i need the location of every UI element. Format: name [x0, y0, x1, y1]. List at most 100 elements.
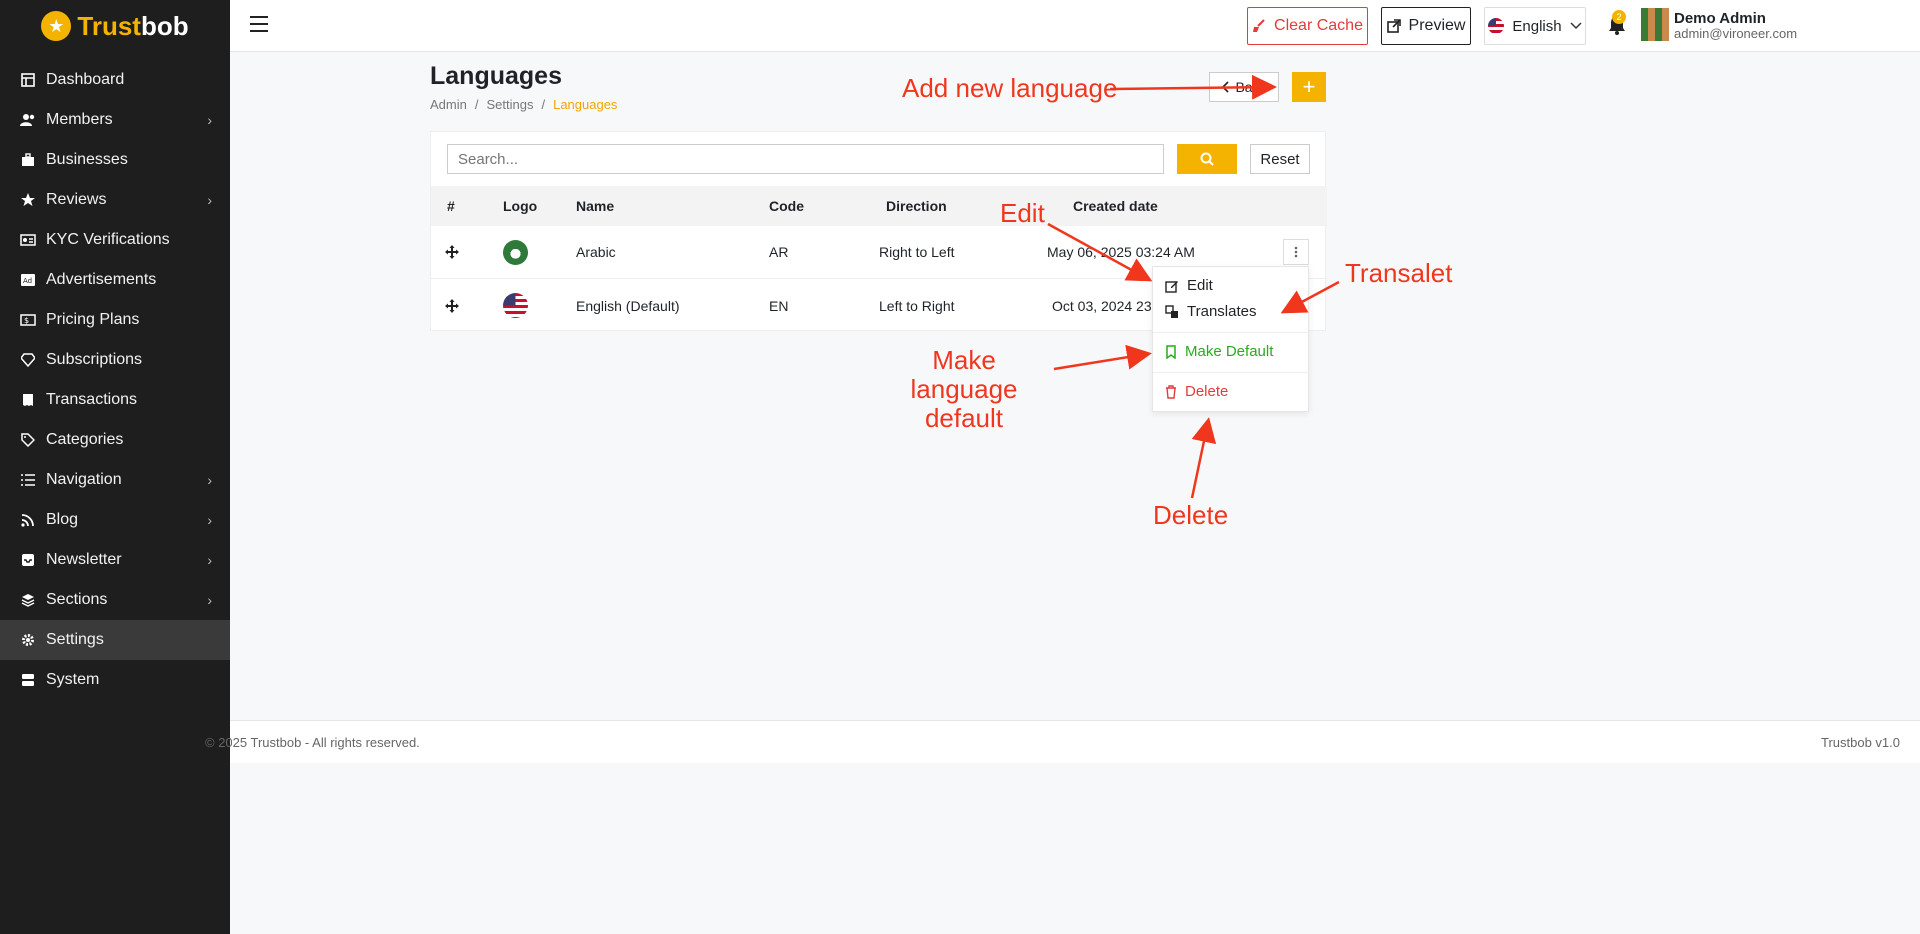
trash-icon — [1166, 384, 1176, 399]
inbox-icon — [20, 552, 36, 568]
drag-handle-icon[interactable] — [445, 279, 459, 332]
annotation-translate: Transalet — [1345, 258, 1453, 288]
language-direction: Right to Left — [879, 244, 955, 260]
dropdown-edit-label: Edit — [1187, 277, 1213, 294]
sidebar-item-label: Navigation — [46, 471, 122, 488]
language-name: English (Default) — [576, 297, 680, 314]
sidebar-item-newsletter[interactable]: Newsletter › — [0, 540, 230, 580]
col-header-direction: Direction — [886, 198, 947, 214]
preview-button[interactable]: Preview — [1381, 7, 1471, 45]
col-header-index: # — [447, 198, 455, 214]
layers-icon — [20, 592, 36, 608]
kebab-menu-icon — [1294, 246, 1298, 258]
sidebar-item-sections[interactable]: Sections › — [0, 580, 230, 620]
sidebar-item-label: Members — [46, 111, 113, 128]
drag-handle-icon[interactable] — [445, 226, 459, 278]
add-language-button[interactable]: + — [1292, 72, 1326, 102]
language-selector[interactable]: English — [1484, 7, 1586, 45]
breadcrumb: Admin / Settings / Languages — [430, 97, 617, 112]
sidebar-item-navigation[interactable]: Navigation › — [0, 460, 230, 500]
annotation-make-default: Make language default — [910, 345, 1018, 433]
brand-logo[interactable]: ★ Trustbob — [0, 0, 230, 52]
sidebar-item-settings[interactable]: Settings — [0, 620, 230, 660]
sidebar-nav: Dashboard Members › Businesses Reviews › KYC V… — [0, 60, 230, 700]
dropdown-delete[interactable]: Delete — [1165, 383, 1228, 400]
star-icon — [20, 192, 36, 208]
chevron-down-icon — [1570, 22, 1582, 30]
search-icon — [1200, 152, 1214, 166]
hamburger-menu-icon[interactable] — [250, 16, 268, 32]
clear-cache-button[interactable]: Clear Cache — [1247, 7, 1368, 45]
chevron-right-icon: › — [207, 552, 212, 568]
annotation-edit: Edit — [1000, 198, 1045, 228]
sidebar-item-label: Categories — [46, 431, 124, 448]
page-title: Languages — [430, 62, 562, 90]
sidebar-item-label: System — [46, 671, 100, 688]
breadcrumb-settings[interactable]: Settings — [486, 97, 533, 112]
list-icon — [20, 472, 36, 488]
sidebar-item-advertisements[interactable]: Ad Advertisements — [0, 260, 230, 300]
star-logo-icon: ★ — [41, 11, 72, 41]
sidebar-item-label: Newsletter — [46, 551, 122, 568]
breadcrumb-admin[interactable]: Admin — [430, 97, 467, 112]
sidebar-item-label: Sections — [46, 591, 108, 608]
sidebar-item-subscriptions[interactable]: Subscriptions — [0, 340, 230, 380]
broom-icon — [1253, 19, 1265, 32]
language-code: EN — [769, 297, 789, 314]
row-actions-dropdown: Edit Translates Make Default Delete — [1152, 266, 1310, 412]
sidebar-item-label: Transactions — [46, 391, 137, 408]
edit-icon — [1165, 280, 1178, 293]
language-name: Arabic — [576, 244, 616, 260]
sidebar: ★ Trustbob Dashboard Members › Businesses Re… — [0, 0, 230, 934]
notification-badge: 2 — [1612, 10, 1626, 24]
user-name[interactable]: Demo Admin — [1674, 10, 1766, 27]
sidebar-item-label: Subscriptions — [46, 351, 143, 368]
search-button[interactable] — [1177, 144, 1237, 174]
sidebar-item-kyc-verifications[interactable]: KYC Verifications — [0, 220, 230, 260]
sidebar-item-businesses[interactable]: Businesses — [0, 140, 230, 180]
avatar[interactable] — [1641, 8, 1669, 41]
sidebar-item-dashboard[interactable]: Dashboard — [0, 60, 230, 100]
dropdown-edit[interactable]: Edit — [1165, 277, 1213, 294]
sidebar-item-reviews[interactable]: Reviews › — [0, 180, 230, 220]
bookmark-icon — [1166, 344, 1176, 359]
server-icon — [20, 672, 36, 688]
sidebar-item-members[interactable]: Members › — [0, 100, 230, 140]
table-header: # Logo Name Code Direction Created date — [431, 186, 1327, 226]
flag-sa-icon — [503, 239, 528, 265]
chevron-right-icon: › — [207, 512, 212, 528]
gem-icon — [20, 352, 36, 368]
receipt-icon — [20, 392, 36, 408]
flag-us-icon — [503, 293, 528, 318]
user-email: admin@vironeer.com — [1674, 26, 1798, 41]
search-input[interactable] — [447, 144, 1164, 174]
language-direction: Left to Right — [879, 297, 955, 314]
sidebar-item-system[interactable]: System — [0, 660, 230, 700]
chevron-right-icon: › — [207, 112, 212, 128]
sidebar-item-blog[interactable]: Blog › — [0, 500, 230, 540]
col-header-name: Name — [576, 198, 615, 214]
sidebar-item-label: Advertisements — [46, 271, 157, 288]
sidebar-item-label: Businesses — [46, 151, 128, 168]
footer: © 2025 Trustbob - All rights reserved. T… — [205, 720, 1920, 763]
back-button[interactable]: Back — [1209, 72, 1279, 102]
sidebar-item-label: Pricing Plans — [46, 311, 140, 328]
id-card-icon — [20, 232, 36, 248]
col-header-code: Code — [769, 198, 804, 214]
sidebar-item-categories[interactable]: Categories — [0, 420, 230, 460]
preview-label: Preview — [1408, 17, 1466, 34]
language-code: AR — [769, 244, 789, 260]
sidebar-item-label: Dashboard — [46, 71, 125, 88]
sidebar-item-pricing-plans[interactable]: $ Pricing Plans — [0, 300, 230, 340]
chevron-right-icon: › — [207, 472, 212, 488]
col-header-logo: Logo — [503, 198, 538, 214]
footer-version: Trustbob v1.0 — [1820, 735, 1900, 750]
reset-button[interactable]: Reset — [1250, 144, 1310, 174]
dropdown-make-default[interactable]: Make Default — [1165, 343, 1273, 360]
translate-icon — [1165, 304, 1178, 318]
flag-us-icon — [1488, 18, 1505, 34]
brand-name-part2: bob — [140, 10, 189, 41]
row-actions-button[interactable] — [1283, 239, 1309, 265]
dropdown-translates[interactable]: Translates — [1165, 303, 1256, 320]
sidebar-item-transactions[interactable]: Transactions — [0, 380, 230, 420]
